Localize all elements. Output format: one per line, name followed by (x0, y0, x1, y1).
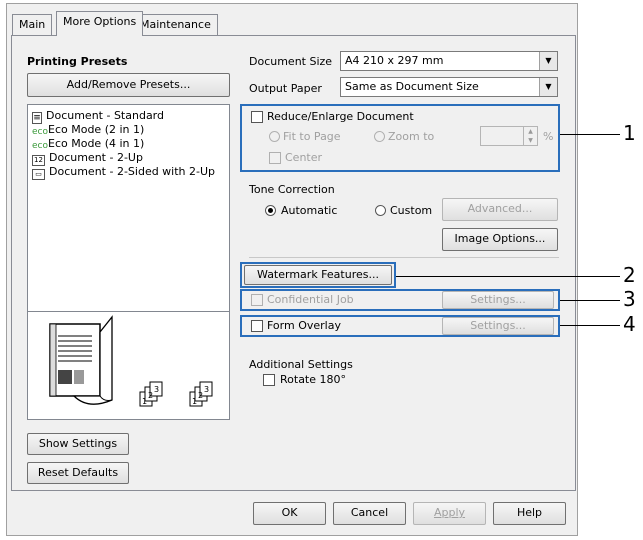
confidential-job-checkbox[interactable] (251, 294, 263, 306)
center-label: Center (285, 151, 323, 164)
add-remove-presets-button[interactable]: Add/Remove Presets... (27, 73, 230, 97)
form-overlay-settings-button[interactable]: Settings... (442, 317, 554, 335)
spinner-arrows-icon[interactable]: ▲ ▼ (523, 127, 537, 145)
layout-preview: 123 123 (27, 312, 230, 420)
reduce-enlarge-checkbox[interactable] (251, 111, 263, 123)
list-item[interactable]: ▭ Document - 2-Sided with 2-Up (32, 165, 216, 180)
confidential-job-label: Confidential Job (267, 293, 354, 306)
advanced-button[interactable]: Advanced... (442, 198, 558, 221)
percent-label: % (543, 130, 554, 143)
automatic-label: Automatic (281, 204, 338, 217)
automatic-radio[interactable] (265, 205, 276, 216)
watermark-features-button[interactable]: Watermark Features... (244, 265, 392, 285)
tone-correction-label: Tone Correction (249, 183, 335, 196)
apply-button[interactable]: Apply (413, 502, 486, 525)
help-button[interactable]: Help (493, 502, 566, 525)
output-paper-value: Same as Document Size (345, 80, 479, 93)
rotate-180-label: Rotate 180° (280, 373, 347, 386)
svg-text:3: 3 (154, 385, 159, 394)
callout-number-3: 3 (623, 287, 636, 311)
list-item[interactable]: ≡ Document - Standard (32, 109, 164, 124)
callout-line-1 (560, 134, 620, 135)
svg-text:1: 1 (192, 397, 197, 406)
reset-defaults-button[interactable]: Reset Defaults (27, 462, 129, 484)
fit-to-page-label: Fit to Page (283, 130, 341, 143)
list-item[interactable]: ecoEco Mode (2 in 1) (32, 123, 144, 137)
callout-line-2 (396, 276, 620, 277)
zoom-to-label: Zoom to (388, 130, 435, 143)
confidential-settings-button[interactable]: Settings... (442, 291, 554, 309)
zoom-spinner[interactable]: ▲ ▼ (480, 126, 538, 146)
svg-text:3: 3 (204, 385, 209, 394)
fit-to-page-radio[interactable] (269, 131, 280, 142)
list-item-label: Document - 2-Sided with 2-Up (49, 165, 216, 178)
page-preview-icon: 123 123 (49, 315, 213, 407)
chevron-down-icon[interactable]: ▼ (539, 52, 557, 70)
callout-number-1: 1 (623, 121, 636, 145)
printing-presets-heading: Printing Presets (27, 55, 128, 68)
callout-line-4 (560, 325, 620, 326)
list-item[interactable]: ecoEco Mode (4 in 1) (32, 137, 144, 151)
presets-list[interactable]: ≡ Document - Standard ecoEco Mode (2 in 1… (27, 104, 230, 312)
show-settings-button[interactable]: Show Settings (27, 433, 129, 455)
callout-line-3 (560, 300, 620, 301)
svg-text:2: 2 (148, 391, 153, 400)
output-paper-label: Output Paper (249, 82, 322, 95)
tab-more-options[interactable]: More Options (56, 11, 144, 36)
chevron-down-icon[interactable]: ▼ (539, 78, 557, 96)
tab-main[interactable]: Main (12, 14, 53, 35)
document-size-select[interactable]: A4 210 x 297 mm ▼ (340, 51, 558, 71)
document-size-value: A4 210 x 297 mm (345, 54, 444, 67)
list-item-label: Eco Mode (4 in 1) (48, 137, 145, 150)
list-item-label: Document - Standard (46, 109, 164, 122)
output-paper-select[interactable]: Same as Document Size ▼ (340, 77, 558, 97)
list-item-label: Document - 2-Up (49, 151, 143, 164)
form-overlay-label: Form Overlay (267, 319, 341, 332)
copies-icon: 123 123 (139, 381, 213, 407)
document-size-label: Document Size (249, 55, 333, 68)
divider (249, 257, 559, 258)
tab-maintenance[interactable]: Maintenance (133, 14, 218, 35)
list-item[interactable]: 12 Document - 2-Up (32, 151, 143, 166)
list-item-label: Eco Mode (2 in 1) (48, 123, 145, 136)
cancel-button[interactable]: Cancel (333, 502, 406, 525)
additional-settings-label: Additional Settings (249, 358, 353, 371)
zoom-to-radio[interactable] (374, 131, 385, 142)
svg-text:1: 1 (142, 397, 147, 406)
two-sided-icon: ▭ (32, 169, 45, 180)
custom-radio[interactable] (375, 205, 386, 216)
callout-number-4: 4 (623, 312, 636, 336)
image-options-button[interactable]: Image Options... (442, 228, 558, 251)
rotate-180-checkbox[interactable] (263, 374, 275, 386)
custom-label: Custom (390, 204, 433, 217)
center-checkbox[interactable] (269, 152, 281, 164)
callout-number-2: 2 (623, 263, 636, 287)
svg-text:2: 2 (198, 391, 203, 400)
ok-button[interactable]: OK (253, 502, 326, 525)
reduce-enlarge-label: Reduce/Enlarge Document (267, 110, 414, 123)
form-overlay-checkbox[interactable] (251, 320, 263, 332)
